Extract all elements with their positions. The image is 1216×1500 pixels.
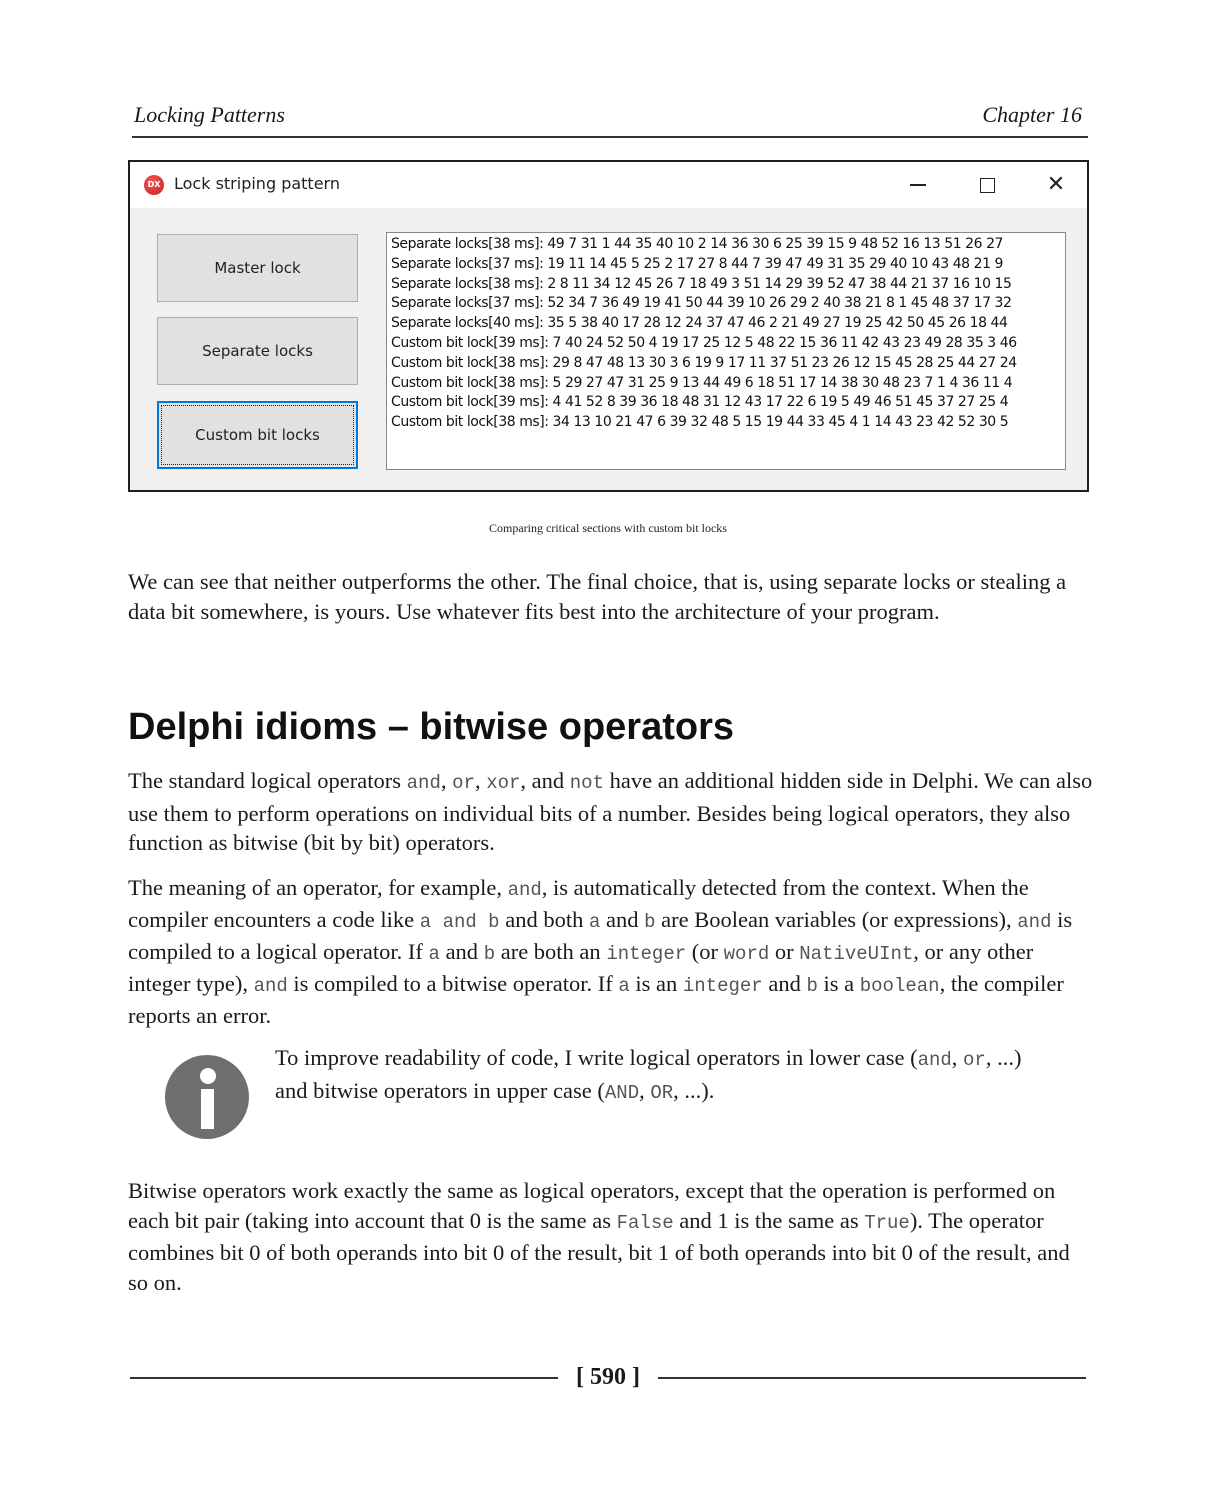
paragraph-operator-meaning: The meaning of an operator, for example,…: [128, 875, 1073, 1028]
list-item[interactable]: Separate locks[38 ms]: 49 7 31 1 44 35 4…: [391, 235, 1065, 255]
results-listbox[interactable]: Separate locks[38 ms]: 49 7 31 1 44 35 4…: [386, 232, 1066, 470]
list-item[interactable]: Custom bit lock[39 ms]: 4 41 52 8 39 36 …: [391, 393, 1065, 413]
window-titlebar[interactable]: DX Lock striping pattern ✕: [130, 162, 1087, 208]
footer-rule-right: [658, 1377, 1086, 1379]
section-heading: Delphi idioms – bitwise operators: [128, 706, 735, 748]
list-item[interactable]: Custom bit lock[39 ms]: 7 40 24 52 50 4 …: [391, 334, 1065, 354]
app-logo-icon: DX: [144, 175, 164, 195]
minimize-icon: [910, 184, 926, 186]
paragraph-conclusion: We can see that neither outperforms the …: [128, 569, 1067, 624]
list-item[interactable]: Separate locks[40 ms]: 35 5 38 40 17 28 …: [391, 314, 1065, 334]
maximize-button[interactable]: [957, 162, 1017, 208]
list-item[interactable]: Custom bit lock[38 ms]: 34 13 10 21 47 6…: [391, 413, 1065, 433]
minimize-button[interactable]: [888, 162, 948, 208]
close-icon: ✕: [1046, 172, 1066, 197]
list-item[interactable]: Separate locks[37 ms]: 52 34 7 36 49 19 …: [391, 294, 1065, 314]
paragraph-bitwise-explanation: Bitwise operators work exactly the same …: [128, 1178, 1070, 1295]
header-chapter: Chapter 16: [982, 102, 1082, 127]
header-section-title: Locking Patterns: [134, 102, 285, 127]
list-item[interactable]: Separate locks[38 ms]: 2 8 11 34 12 45 2…: [391, 275, 1065, 295]
close-button[interactable]: ✕: [1026, 162, 1086, 208]
footer-rule-left: [130, 1377, 558, 1379]
list-item[interactable]: Custom bit lock[38 ms]: 5 29 27 47 31 25…: [391, 374, 1065, 394]
maximize-icon: [979, 177, 995, 193]
paragraph-operators-intro: The standard logical operators and, or, …: [128, 768, 1093, 855]
list-item[interactable]: Custom bit lock[38 ms]: 29 8 47 48 13 30…: [391, 354, 1065, 374]
list-item[interactable]: Separate locks[37 ms]: 19 11 14 45 5 25 …: [391, 255, 1065, 275]
separate-locks-button[interactable]: Separate locks: [157, 317, 358, 385]
custom-bit-locks-button[interactable]: Custom bit locks: [157, 401, 358, 469]
page-number: [ 590 ]: [576, 1364, 640, 1390]
info-icon: [165, 1055, 249, 1139]
app-window: DX Lock striping pattern ✕ Master lock S…: [128, 160, 1089, 492]
figure-caption: Comparing critical sections with custom …: [489, 521, 727, 535]
running-header: Locking Patterns Chapter 16: [132, 102, 1088, 138]
page-footer: [ 590 ]: [130, 1364, 1086, 1394]
master-lock-button[interactable]: Master lock: [157, 234, 358, 302]
info-note: To improve readability of code, I write …: [275, 1045, 1022, 1104]
window-title: Lock striping pattern: [174, 174, 340, 193]
